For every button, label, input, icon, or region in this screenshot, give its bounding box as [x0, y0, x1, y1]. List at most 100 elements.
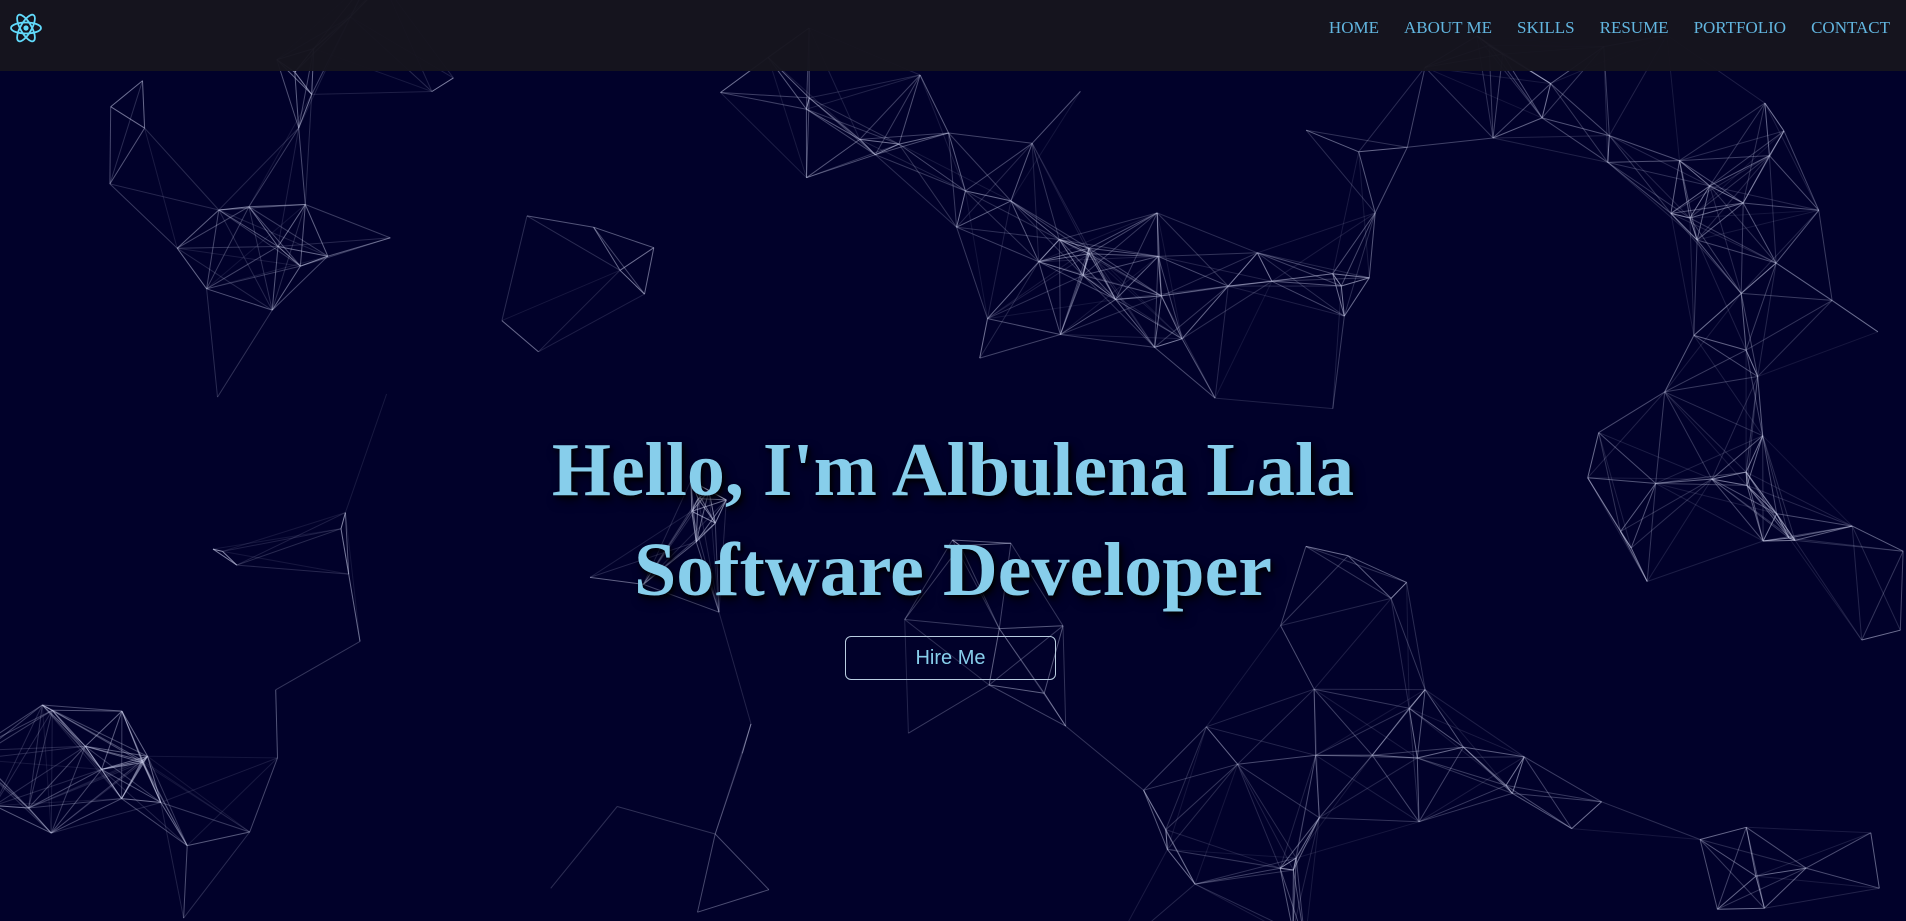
- network-line: [275, 640, 361, 691]
- network-line: [1294, 817, 1320, 921]
- network-line: [1280, 625, 1315, 690]
- network-line: [1699, 839, 1718, 910]
- network-line: [619, 269, 645, 295]
- network-line: [898, 143, 966, 192]
- network-line: [538, 269, 621, 353]
- network-line: [1417, 757, 1507, 786]
- nav-portfolio-link[interactable]: PORTFOLIO: [1694, 18, 1787, 38]
- network-line: [550, 806, 618, 889]
- nav-menu: HOME ABOUT ME SKILLS RESUME PORTFOLIO CO…: [1304, 18, 1890, 38]
- network-line: [1010, 91, 1081, 202]
- network-line: [1607, 135, 1610, 163]
- network-line: [1237, 763, 1320, 819]
- nav-contact-link[interactable]: CONTACT: [1811, 18, 1890, 38]
- network-line: [300, 237, 391, 267]
- network-line: [1601, 801, 1701, 840]
- network-line: [1154, 338, 1183, 348]
- network-line: [1424, 689, 1464, 748]
- network-line: [1571, 801, 1602, 829]
- network-line: [176, 247, 208, 290]
- network-line: [1418, 784, 1507, 823]
- network-line: [919, 74, 950, 134]
- network-line: [1783, 130, 1820, 211]
- network-line: [1157, 212, 1258, 254]
- network-line: [147, 756, 162, 803]
- network-line: [1205, 726, 1238, 765]
- network-line: [1031, 91, 1081, 144]
- network-line: [141, 760, 188, 846]
- network-line: [714, 723, 752, 835]
- network-line: [1492, 135, 1610, 139]
- network-line: [809, 74, 921, 99]
- network-line: [1424, 689, 1507, 786]
- network-line: [217, 309, 273, 398]
- atom-icon[interactable]: [8, 12, 44, 44]
- network-line: [0, 807, 52, 834]
- network-line: [956, 227, 988, 319]
- network-line: [1214, 286, 1229, 399]
- network-line: [964, 190, 988, 319]
- network-line: [1206, 688, 1315, 728]
- network-line: [1769, 155, 1820, 211]
- network-line: [1279, 868, 1292, 921]
- network-line: [186, 757, 278, 846]
- hero-section: Hello, I'm Albulena Lala Software Develo…: [0, 420, 1906, 620]
- network-line: [176, 209, 220, 249]
- network-line: [147, 755, 250, 833]
- network-line: [1059, 212, 1158, 240]
- network-line: [720, 92, 807, 179]
- network-line: [1158, 255, 1273, 282]
- network-line: [51, 709, 122, 799]
- network-line: [1607, 160, 1680, 163]
- network-line: [1158, 252, 1258, 257]
- network-line: [1818, 210, 1833, 301]
- nav-about-link[interactable]: ABOUT ME: [1404, 18, 1492, 38]
- nav-resume-link[interactable]: RESUME: [1600, 18, 1669, 38]
- network-line: [898, 143, 958, 228]
- network-line: [1696, 239, 1777, 264]
- network-line: [1424, 689, 1525, 758]
- nav-skills-link[interactable]: SKILLS: [1517, 18, 1575, 38]
- network-line: [718, 612, 752, 725]
- network-line: [1416, 689, 1426, 759]
- network-line: [1709, 185, 1742, 294]
- network-line: [110, 80, 143, 108]
- network-line: [1143, 789, 1167, 830]
- network-line: [1768, 155, 1777, 264]
- network-line: [1870, 832, 1880, 889]
- network-line: [1745, 827, 1757, 877]
- network-line: [1699, 839, 1757, 877]
- network-line: [1805, 867, 1880, 889]
- network-line: [1699, 839, 1765, 909]
- network-line: [1505, 756, 1525, 786]
- network-line: [948, 132, 1033, 144]
- network-line: [1167, 848, 1297, 859]
- network-line: [1154, 347, 1216, 399]
- hire-me-button[interactable]: Hire Me: [845, 636, 1056, 680]
- network-line: [1060, 295, 1162, 335]
- network-line: [806, 154, 876, 179]
- hero-role: Software Developer: [633, 528, 1273, 612]
- network-line: [1306, 129, 1408, 148]
- network-line: [874, 154, 957, 228]
- network-line: [1743, 202, 1819, 211]
- network-line: [1492, 117, 1543, 139]
- network-line: [1205, 625, 1282, 728]
- network-line: [109, 183, 219, 211]
- network-line: [1689, 209, 1819, 219]
- network-line: [965, 190, 1040, 263]
- network-line: [248, 94, 313, 207]
- network-line: [1664, 335, 1695, 393]
- network-line: [1295, 754, 1373, 859]
- network-line: [1764, 102, 1785, 132]
- network-line: [808, 97, 900, 145]
- network-line: [1088, 212, 1158, 249]
- network-line: [644, 247, 655, 295]
- network-line: [1315, 707, 1410, 756]
- network-line: [1062, 625, 1067, 727]
- nav-home-link[interactable]: HOME: [1329, 18, 1379, 38]
- network-line: [1693, 334, 1747, 351]
- network-line: [956, 200, 1012, 228]
- network-line: [275, 689, 278, 758]
- network-line: [1407, 137, 1494, 148]
